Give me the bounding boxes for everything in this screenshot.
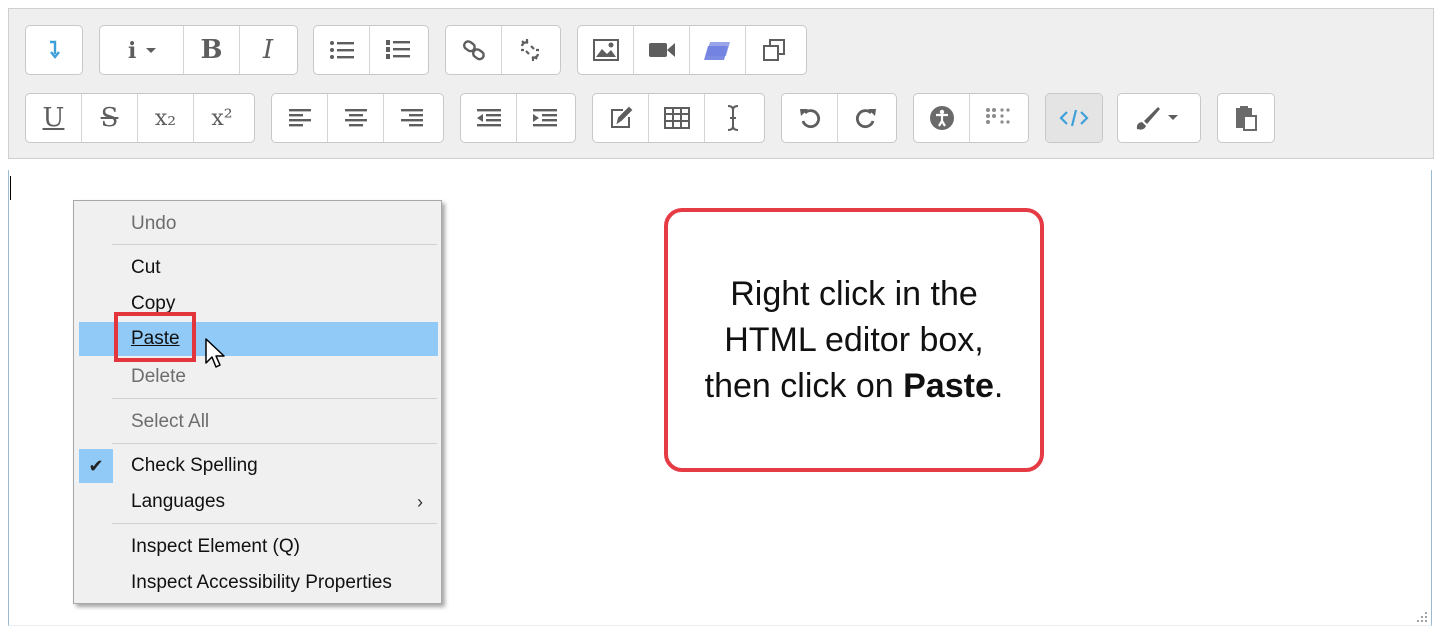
mouse-pointer-icon xyxy=(205,338,225,368)
menu-item-label: Delete xyxy=(131,366,186,387)
instruction-line-3: then click on Paste. xyxy=(705,363,1004,409)
svg-text:i: i xyxy=(128,38,136,62)
instruction-line-3-suffix: . xyxy=(993,367,1004,405)
equation-icon[interactable] xyxy=(593,94,649,142)
toolbar-group-html xyxy=(1045,93,1103,143)
bold-icon[interactable]: B xyxy=(184,26,240,74)
video-icon[interactable] xyxy=(634,26,690,74)
screenreader-helper-icon[interactable] xyxy=(970,94,1026,142)
menu-item-label: Select All xyxy=(131,411,210,432)
numbered-list-icon[interactable] xyxy=(370,26,426,74)
instruction-line-1: Right click in the xyxy=(730,275,978,313)
menu-item-select-all[interactable]: Select All xyxy=(74,405,441,439)
align-center-icon[interactable] xyxy=(328,94,384,142)
toolbar-group-color xyxy=(1117,93,1201,143)
instruction-line-2: HTML editor box, xyxy=(724,321,984,359)
recordrtc-icon[interactable] xyxy=(746,26,802,74)
instruction-emphasis: Paste xyxy=(903,367,994,405)
paste-special-icon[interactable] xyxy=(1218,94,1274,142)
image-icon[interactable] xyxy=(578,26,634,74)
toolbar-group-align xyxy=(271,93,444,143)
resize-handle-icon[interactable] xyxy=(1414,609,1428,623)
instruction-line-3-prefix: then click on xyxy=(704,367,904,405)
underline-icon[interactable]: U xyxy=(26,94,82,142)
undo-icon[interactable] xyxy=(782,94,838,142)
menu-item-label: Copy xyxy=(131,293,176,314)
toolbar-group-formatting: U S x₂ x² xyxy=(25,93,255,143)
italic-icon[interactable]: I xyxy=(240,26,296,74)
align-right-icon[interactable] xyxy=(384,94,440,142)
manage-files-icon[interactable] xyxy=(690,26,746,74)
instruction-callout: Right click in the HTML editor box, then… xyxy=(664,208,1044,472)
toolbar-group-history xyxy=(781,93,897,143)
link-icon[interactable] xyxy=(446,26,502,74)
unlink-icon[interactable] xyxy=(502,26,558,74)
superscript-icon[interactable]: x² xyxy=(194,94,250,142)
menu-item-undo[interactable]: Undo xyxy=(74,207,441,241)
strikethrough-icon[interactable]: S xyxy=(82,94,138,142)
font-color-icon[interactable] xyxy=(1118,94,1200,142)
bullet-list-icon[interactable] xyxy=(314,26,370,74)
menu-separator xyxy=(112,398,437,399)
accessibility-checker-icon[interactable] xyxy=(914,94,970,142)
toolbar-group-collapse xyxy=(25,25,83,75)
toolbar-group-paste xyxy=(1217,93,1275,143)
info-icon[interactable]: i xyxy=(100,26,184,74)
menu-item-label: Inspect Element (Q) xyxy=(131,536,300,557)
toolbar-group-lists xyxy=(313,25,429,75)
menu-separator xyxy=(112,244,437,245)
toolbar-group-accessibility xyxy=(913,93,1029,143)
toolbar-group-media xyxy=(577,25,807,75)
menu-item-languages[interactable]: Languages › xyxy=(74,485,441,519)
paste-highlight-annotation xyxy=(114,312,196,362)
menu-item-inspect-element[interactable]: Inspect Element (Q) xyxy=(74,530,441,564)
menu-item-delete[interactable]: Delete xyxy=(74,360,441,394)
collapse-icon[interactable] xyxy=(26,26,82,74)
outdent-icon[interactable] xyxy=(461,94,517,142)
subscript-icon[interactable]: x₂ xyxy=(138,94,194,142)
checkmark-icon: ✔ xyxy=(79,449,113,483)
indent-icon[interactable] xyxy=(517,94,573,142)
menu-item-inspect-accessibility[interactable]: Inspect Accessibility Properties xyxy=(74,566,441,600)
align-left-icon[interactable] xyxy=(272,94,328,142)
table-icon[interactable] xyxy=(649,94,705,142)
clear-formatting-icon[interactable] xyxy=(705,94,761,142)
instruction-text: Right click in the HTML editor box, then… xyxy=(705,271,1004,409)
menu-item-label: Cut xyxy=(131,257,161,278)
menu-item-label: Undo xyxy=(131,213,177,234)
context-menu: Undo Cut Copy Paste Delete Select All ✔ … xyxy=(73,200,442,604)
editor-toolbar: i B I U S x₂ x² xyxy=(8,8,1434,159)
html-icon[interactable] xyxy=(1046,94,1102,142)
menu-item-cut[interactable]: Cut xyxy=(74,251,441,285)
menu-separator xyxy=(112,443,437,444)
menu-item-label: Check Spelling xyxy=(131,455,258,476)
toolbar-group-insert xyxy=(592,93,765,143)
toolbar-group-links xyxy=(445,25,561,75)
menu-item-label: Inspect Accessibility Properties xyxy=(131,572,392,593)
menu-separator xyxy=(112,523,437,524)
menu-item-check-spelling[interactable]: ✔ Check Spelling xyxy=(74,449,441,483)
chevron-right-icon: › xyxy=(417,492,423,512)
menu-item-label: Languages xyxy=(131,491,226,512)
toolbar-group-indent xyxy=(460,93,576,143)
toolbar-group-text-style: i B I xyxy=(99,25,298,75)
text-caret xyxy=(10,176,11,200)
redo-icon[interactable] xyxy=(838,94,894,142)
